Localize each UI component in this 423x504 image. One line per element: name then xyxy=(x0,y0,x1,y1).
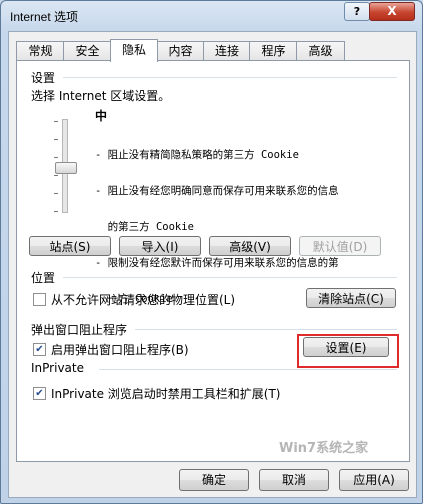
window-title: Internet 选项 xyxy=(10,10,79,24)
privacy-panel: 设置 选择 Internet 区域设置。 中 - 阻止没有精简隐私策略的第三方 … xyxy=(16,60,410,462)
close-button[interactable]: X xyxy=(369,2,415,21)
tab-programs[interactable]: 程序 xyxy=(249,41,298,61)
tab-security[interactable]: 安全 xyxy=(63,41,112,61)
settings-heading: 设置 xyxy=(31,71,56,85)
highlight-box xyxy=(297,334,399,368)
popup-heading: 弹出窗口阻止程序 xyxy=(31,323,128,337)
inprivate-checkbox-label[interactable]: InPrivate 浏览启动时禁用工具栏和扩展(T) xyxy=(51,385,281,402)
popup-checkbox[interactable]: ✔ xyxy=(33,343,46,356)
watermark: Win7系统之家 xyxy=(279,441,369,456)
divider xyxy=(99,369,397,370)
tab-advanced[interactable]: 高级 xyxy=(296,41,345,61)
divider xyxy=(63,77,397,78)
tab-connections[interactable]: 连接 xyxy=(203,41,251,61)
ok-button[interactable]: 确定 xyxy=(179,469,249,491)
slider-tick xyxy=(54,175,58,176)
location-checkbox-label[interactable]: 从不允许网站请求您的物理位置(L) xyxy=(51,291,235,308)
description-line: - 阻止没有经您明确同意而保存可用来联系您的信息 xyxy=(95,185,339,197)
tab-privacy[interactable]: 隐私 xyxy=(110,39,158,62)
internet-options-window: Internet 选项 ? X 常规 安全 隐私 内容 连接 程序 高级 设置 … xyxy=(0,0,423,504)
sites-button[interactable]: 站点(S) xyxy=(29,236,111,256)
inprivate-heading: InPrivate xyxy=(31,361,84,375)
description-line: 的第三方 Cookie xyxy=(95,221,194,233)
advanced-button[interactable]: 高级(V) xyxy=(209,236,291,256)
location-heading: 位置 xyxy=(31,271,56,285)
help-button[interactable]: ? xyxy=(344,2,370,21)
cancel-button[interactable]: 取消 xyxy=(259,469,329,491)
location-checkbox[interactable] xyxy=(33,293,46,306)
clear-sites-button[interactable]: 清除站点(C) xyxy=(306,288,396,308)
divider xyxy=(135,329,397,330)
popup-checkbox-label[interactable]: 启用弹出窗口阻止程序(B) xyxy=(51,341,189,358)
divider xyxy=(63,277,397,278)
slider-tick xyxy=(54,121,58,122)
inprivate-checkbox[interactable]: ✔ xyxy=(33,387,46,400)
slider-tick xyxy=(54,139,58,140)
slider-tick xyxy=(54,157,58,158)
privacy-slider-thumb[interactable] xyxy=(55,162,77,174)
tab-general[interactable]: 常规 xyxy=(16,41,65,61)
description-line: - 限制没有经您默许而保存可用来联系您的信息的第 xyxy=(95,257,339,269)
apply-button[interactable]: 应用(A) xyxy=(339,469,409,491)
slider-tick xyxy=(54,211,58,212)
title-bar[interactable]: Internet 选项 ? X xyxy=(1,1,422,31)
description-line: - 阻止没有精简隐私策略的第三方 Cookie xyxy=(95,149,299,161)
privacy-level-label: 中 xyxy=(95,109,108,123)
default-button: 默认值(D) xyxy=(299,236,381,256)
zone-instruction: 选择 Internet 区域设置。 xyxy=(31,89,171,103)
slider-tick xyxy=(54,193,58,194)
tab-content[interactable]: 内容 xyxy=(156,41,205,61)
dialog-client-area: 常规 安全 隐私 内容 连接 程序 高级 设置 选择 Internet 区域设置… xyxy=(8,31,417,498)
import-button[interactable]: 导入(I) xyxy=(119,236,201,256)
